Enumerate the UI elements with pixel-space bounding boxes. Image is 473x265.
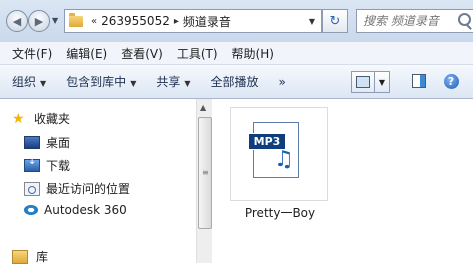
- organize-label: 组织: [12, 75, 37, 89]
- mp3-file-icon: MP3 ♫: [248, 122, 299, 178]
- nav-libraries-label: 库: [36, 250, 49, 264]
- change-view-button[interactable]: [351, 71, 375, 93]
- nav-favorites[interactable]: ★ 收藏夹: [12, 110, 70, 127]
- address-dropdown-icon[interactable]: ▼: [309, 17, 315, 26]
- address-field[interactable]: « 263955052 ▸ 频道录音 ▼: [64, 9, 322, 33]
- breadcrumb-separator-icon[interactable]: ▸: [174, 16, 179, 27]
- menu-tools[interactable]: 工具(T): [177, 45, 218, 62]
- refresh-icon: ↻: [329, 13, 341, 29]
- nav-autodesk-360[interactable]: Autodesk 360: [24, 203, 127, 217]
- menu-help[interactable]: 帮助(H): [232, 45, 274, 62]
- chevron-down-icon: ▼: [184, 79, 191, 88]
- help-button[interactable]: ?: [440, 71, 462, 91]
- folder-icon: [69, 12, 83, 27]
- include-library-label: 包含到库中: [66, 75, 127, 89]
- menu-bar: 文件(F) 编辑(E) 查看(V) 工具(T) 帮助(H): [0, 42, 473, 65]
- search-box[interactable]: [356, 9, 473, 33]
- nav-favorites-label: 收藏夹: [34, 112, 71, 126]
- nav-desktop[interactable]: 桌面: [24, 134, 70, 151]
- preview-pane-button[interactable]: [408, 71, 430, 91]
- back-arrow-icon: ◀: [12, 14, 22, 28]
- menu-view[interactable]: 查看(V): [121, 45, 163, 62]
- search-icon[interactable]: [458, 13, 471, 26]
- file-item[interactable]: MP3 ♫: [230, 107, 328, 201]
- share-button[interactable]: 共享 ▼: [156, 73, 190, 90]
- star-icon: ★: [12, 110, 25, 127]
- forward-arrow-icon: ▶: [34, 14, 44, 28]
- refresh-button[interactable]: ↻: [322, 9, 348, 33]
- chevron-down-icon: ▼: [130, 79, 137, 88]
- nav-downloads-label: 下载: [46, 159, 71, 173]
- play-all-button[interactable]: 全部播放: [211, 73, 259, 90]
- search-input[interactable]: [357, 14, 461, 28]
- view-icon: [356, 76, 370, 88]
- nav-recent-places[interactable]: 最近访问的位置: [24, 180, 130, 197]
- nav-autodesk-label: Autodesk 360: [44, 203, 127, 217]
- forward-button[interactable]: ▶: [28, 10, 50, 32]
- chevron-down-icon: ▼: [378, 77, 386, 87]
- breadcrumb-segment[interactable]: 263955052: [101, 14, 170, 28]
- scroll-up-icon[interactable]: ▲: [200, 103, 206, 112]
- command-bar: 组织 ▼ 包含到库中 ▼ 共享 ▼ 全部播放 »: [0, 65, 473, 99]
- file-name[interactable]: Pretty一Boy: [220, 204, 340, 221]
- nav-recent-label: 最近访问的位置: [46, 182, 131, 196]
- view-options-dropdown[interactable]: ▼: [374, 71, 390, 93]
- organize-button[interactable]: 组织 ▼: [12, 73, 46, 90]
- navigation-pane: ★ 收藏夹 桌面 下载 最近访问的位置 Autodesk 360 库: [0, 99, 196, 265]
- recent-pages-dropdown-icon[interactable]: ▼: [52, 16, 58, 25]
- more-commands-button[interactable]: »: [279, 75, 286, 89]
- nav-pane-scrollbar[interactable]: ▲ ≡: [196, 99, 212, 263]
- autodesk-360-icon: [24, 205, 38, 215]
- share-label: 共享: [156, 75, 181, 89]
- menu-edit[interactable]: 编辑(E): [66, 45, 107, 62]
- nav-downloads[interactable]: 下载: [24, 156, 71, 174]
- nav-libraries[interactable]: 库: [12, 248, 48, 265]
- menu-file[interactable]: 文件(F): [12, 45, 52, 62]
- address-overflow[interactable]: «: [91, 16, 97, 27]
- libraries-icon: [12, 249, 28, 264]
- nav-desktop-label: 桌面: [46, 136, 71, 150]
- downloads-icon: [24, 156, 40, 172]
- chevron-down-icon: ▼: [40, 79, 47, 88]
- back-button[interactable]: ◀: [6, 10, 28, 32]
- scrollbar-grip-icon: ≡: [202, 168, 209, 177]
- desktop-icon: [24, 136, 40, 149]
- scrollbar-thumb[interactable]: ≡: [198, 117, 212, 229]
- preview-pane-icon: [412, 74, 426, 88]
- help-icon: ?: [443, 73, 459, 89]
- music-note-icon: ♫: [274, 147, 294, 172]
- recent-places-icon: [24, 181, 40, 196]
- breadcrumb-segment[interactable]: 频道录音: [183, 13, 231, 30]
- include-in-library-button[interactable]: 包含到库中 ▼: [66, 73, 136, 90]
